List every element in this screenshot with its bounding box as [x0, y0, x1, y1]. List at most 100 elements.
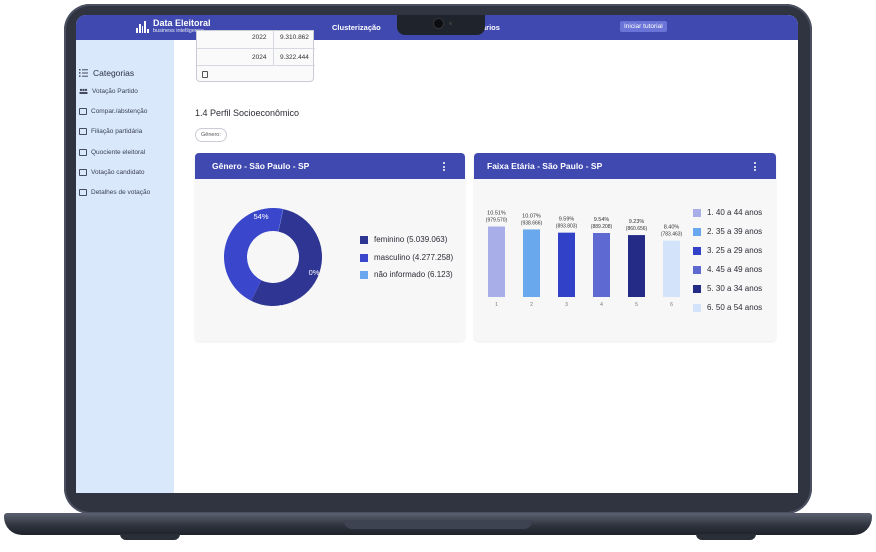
- laptop-foot: [696, 534, 756, 540]
- age-bar-4[interactable]: [593, 233, 610, 297]
- legend-item-feminino: feminino (5.039.063): [360, 235, 447, 244]
- laptop-base-notch: [344, 520, 532, 529]
- bar-percent-label: 10.07%: [522, 213, 541, 219]
- age-bar-2[interactable]: [523, 229, 540, 297]
- sidebar-item-votacao-candidato[interactable]: Votação candidato: [79, 169, 145, 176]
- bar-count-label: (893.803): [556, 224, 578, 230]
- sidebar: Categorias Votação Partido Compar./abste…: [76, 40, 174, 493]
- sidebar-item-votacao-partido[interactable]: Votação Partido: [79, 88, 138, 95]
- legend-label: feminino (5.039.063): [374, 235, 448, 244]
- age-card-title: Faixa Etária - São Paulo - SP: [487, 161, 603, 171]
- bar-count-label: (889.208): [591, 224, 613, 230]
- donut-percent-label: 0%: [309, 268, 320, 277]
- sidebar-item-label: Votação candidato: [91, 169, 145, 176]
- legend-label: 5. 30 a 34 anos: [707, 284, 763, 293]
- legend-swatch: [360, 270, 368, 279]
- age-legend-item: 3. 25 a 29 anos: [693, 246, 762, 255]
- table-row: 2022 9.310.862: [197, 31, 315, 48]
- sidebar-item-quociente[interactable]: Quociente eleitoral: [79, 149, 145, 156]
- legend-item-masculino: masculino (4.277.258): [360, 253, 453, 262]
- age-legend-item: 6. 50 a 54 anos: [693, 303, 762, 312]
- sidebar-item-label: Compar./abstenção: [91, 108, 148, 115]
- age-bar-3[interactable]: [558, 232, 575, 297]
- table-row: 2024 9.322.444: [197, 48, 315, 65]
- bar-count-label: (938.666): [521, 220, 543, 226]
- screen: Data Eleitoral business intelligence Clu…: [76, 15, 798, 493]
- camera-notch: [397, 15, 485, 35]
- legend-swatch: [693, 208, 701, 217]
- sidebar-heading-label: Categorias: [93, 68, 135, 78]
- x-tick-label: 4: [600, 302, 603, 308]
- age-bar-5[interactable]: [628, 235, 645, 297]
- bar-percent-label: 10.51%: [487, 210, 506, 216]
- sidebar-item-label: Votação Partido: [92, 88, 138, 95]
- legend-label: 1. 40 a 44 anos: [707, 208, 763, 217]
- laptop-foot: [120, 534, 180, 540]
- more-options-icon[interactable]: [754, 162, 756, 171]
- legend-swatch: [360, 253, 368, 262]
- legend-swatch: [693, 246, 701, 255]
- legend-label: masculino (4.277.258): [374, 253, 454, 262]
- gender-card: Gênero - São Paulo - SP 54% 46% 0% feminin…: [195, 153, 465, 341]
- donut-percent-label: 54%: [253, 212, 268, 221]
- ballot-icon: [79, 169, 87, 176]
- camera-icon: [434, 19, 443, 28]
- legend-label: não informado (6.123): [374, 270, 453, 279]
- sidebar-heading: Categorias: [79, 68, 134, 78]
- x-tick-label: 2: [530, 302, 533, 308]
- age-legend-item: 5. 30 a 34 anos: [693, 284, 762, 293]
- legend-swatch: [693, 284, 701, 293]
- sidebar-item-label: Filiação partidária: [91, 128, 143, 135]
- legend-item-nao-informado: não informado (6.123): [360, 270, 453, 279]
- legend-swatch: [693, 303, 701, 312]
- table-cell-year: 2024: [252, 54, 267, 61]
- id-card-icon: [79, 128, 87, 135]
- votes-table-fragment: 2022 9.310.862 2024 9.322.444: [196, 30, 315, 82]
- donut-percent-label: 46%: [277, 303, 292, 312]
- nav-clusterizacao[interactable]: Clusterização: [332, 23, 381, 32]
- calculator-icon: [79, 149, 87, 156]
- legend-label: 2. 35 a 39 anos: [707, 227, 763, 236]
- x-tick-label: 3: [565, 302, 568, 308]
- brand-title: Data Eleitoral: [153, 18, 211, 28]
- list-icon: [79, 69, 88, 77]
- sidebar-item-comparecimento[interactable]: Compar./abstenção: [79, 108, 147, 115]
- sidebar-item-label: Quociente eleitoral: [91, 149, 146, 156]
- people-icon: [79, 88, 88, 94]
- legend-label: 4. 45 a 49 anos: [707, 265, 763, 274]
- export-file-icon[interactable]: [202, 71, 208, 78]
- gender-card-header: Gênero - São Paulo - SP: [195, 153, 465, 179]
- legend-swatch: [360, 235, 368, 244]
- age-card-header: Faixa Etária - São Paulo - SP: [474, 153, 776, 179]
- bar-count-label: (783.463): [661, 232, 683, 238]
- bar-percent-label: 9.59%: [559, 217, 575, 223]
- table-cell-value: 9.310.862: [280, 34, 309, 41]
- calendar-icon: [79, 108, 87, 115]
- bar-count-label: (860.656): [626, 226, 648, 232]
- table-cell-year: 2022: [252, 34, 267, 41]
- gender-filter-chip[interactable]: Gênero:: [195, 128, 227, 142]
- bar-percent-label: 9.23%: [629, 219, 645, 225]
- age-card: Faixa Etária - São Paulo - SP 10.51% (979…: [474, 153, 776, 341]
- age-legend-item: 2. 35 a 39 anos: [693, 227, 762, 236]
- age-bar-6[interactable]: [663, 240, 680, 297]
- age-legend-item: 4. 45 a 49 anos: [693, 265, 762, 274]
- gender-card-title: Gênero - São Paulo - SP: [212, 161, 310, 171]
- legend-label: 3. 25 a 29 anos: [707, 246, 763, 255]
- table-cell-value: 9.322.444: [280, 54, 309, 61]
- table-footer: [197, 65, 315, 82]
- more-options-icon[interactable]: [443, 162, 445, 171]
- bar-percent-label: 8.40%: [664, 225, 680, 231]
- section-title: 1.4 Perfil Socioeconômico: [195, 108, 300, 118]
- bar-chart-icon: [136, 20, 149, 33]
- x-tick-label: 1: [495, 302, 498, 308]
- x-tick-label: 6: [670, 302, 673, 308]
- sidebar-item-label: Detalhes de votação: [91, 189, 151, 196]
- sidebar-item-detalhes[interactable]: Detalhes de votação: [79, 189, 150, 196]
- sidebar-item-filiacao[interactable]: Filiação partidária: [79, 128, 142, 135]
- start-tutorial-button[interactable]: Iniciar tutorial: [620, 21, 667, 32]
- age-bar-1[interactable]: [488, 226, 505, 297]
- table-icon: [79, 189, 87, 196]
- legend-swatch: [693, 265, 701, 274]
- legend-swatch: [693, 227, 701, 236]
